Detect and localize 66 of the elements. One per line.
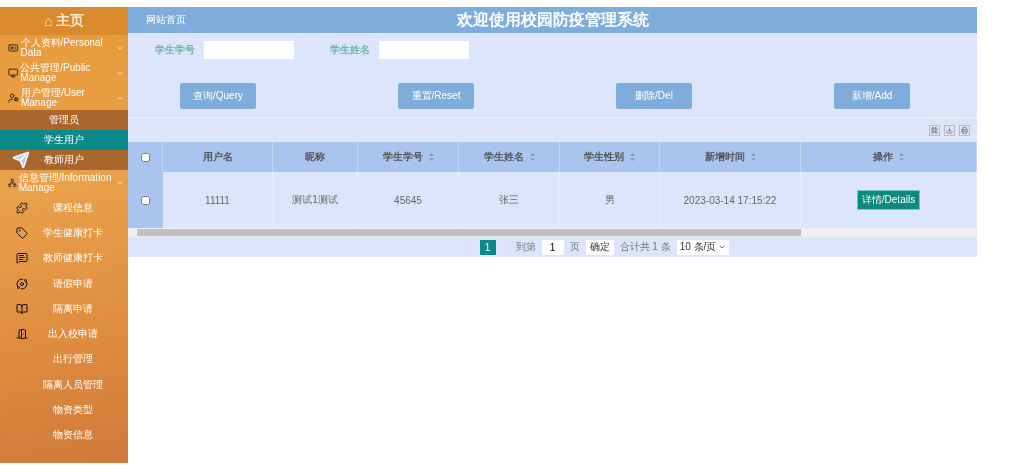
horizontal-scrollbar[interactable]: [128, 228, 977, 237]
search-field[interactable]: [204, 41, 294, 59]
row-checkbox[interactable]: [141, 195, 150, 205]
page-input[interactable]: 1: [541, 239, 564, 255]
sort-icon[interactable]: [428, 153, 434, 161]
sort-icon[interactable]: [630, 153, 635, 161]
menu-item[interactable]: 出入校申请: [0, 321, 128, 347]
menu-item[interactable]: 教师健康打卡: [0, 245, 128, 271]
column-header[interactable]: 操作: [801, 142, 977, 172]
column-header[interactable]: 学生姓名: [459, 142, 560, 172]
action-button[interactable]: 查询/Query: [180, 83, 256, 109]
sort-icon[interactable]: [899, 153, 904, 161]
page-title: 欢迎使用校园防疫管理系统: [456, 9, 649, 30]
menu-group[interactable]: 信息管理/Information Manage: [0, 170, 128, 195]
menu-icon: [16, 201, 28, 214]
caret-icon: [718, 243, 727, 251]
column-header[interactable]: 学生性别: [560, 142, 660, 172]
download-icon[interactable]: [944, 124, 955, 136]
page-unit: 页: [569, 240, 580, 254]
breadcrumb-link[interactable]: 网站首页: [146, 13, 186, 27]
menu-item[interactable]: 学生健康打卡: [0, 220, 128, 246]
menu-icon: [16, 277, 28, 290]
menu-item[interactable]: 课程信息: [0, 195, 128, 221]
field-label: 学生姓名: [330, 43, 370, 57]
page-size-select[interactable]: 10 条/页: [676, 239, 730, 255]
menu-icon: [16, 252, 28, 265]
select-all-checkbox[interactable]: [140, 152, 150, 162]
menu-item[interactable]: 请假申请: [0, 270, 128, 297]
sort-icon[interactable]: [529, 153, 535, 161]
menu-group[interactable]: 用户管理/User Manage: [0, 85, 128, 110]
menu-icon: [16, 302, 28, 315]
action-button[interactable]: 删除/Del: [616, 83, 692, 109]
page-button[interactable]: 1: [479, 239, 496, 255]
submenu-item[interactable]: 教师用户: [0, 150, 128, 170]
menu-icon: [8, 66, 19, 79]
paper-plane-icon: [12, 151, 30, 169]
field-label: 学生学号: [155, 43, 195, 57]
menu-icon: [8, 41, 19, 54]
menu-item[interactable]: 出行管理: [0, 346, 128, 373]
menu-item[interactable]: 物资信息: [0, 422, 128, 448]
sort-icon[interactable]: [750, 153, 756, 161]
menu-group[interactable]: 公共管理/Public Manage: [0, 60, 128, 85]
submenu-item[interactable]: 学生用户: [0, 130, 128, 150]
menu-icon: [8, 91, 19, 104]
menu-group[interactable]: 个人资料/Personal Data: [0, 35, 128, 60]
grid-icon[interactable]: [929, 124, 940, 136]
menu-item[interactable]: 物资类型: [0, 397, 128, 423]
details-button[interactable]: 详情/Details: [856, 190, 921, 210]
action-button[interactable]: 重置/Reset: [398, 83, 474, 109]
menu-item[interactable]: 隔离申请: [0, 296, 128, 322]
confirm-button[interactable]: 确定: [585, 239, 614, 255]
search-field[interactable]: [379, 41, 469, 59]
submenu-item[interactable]: 管理员: [0, 110, 128, 130]
column-header[interactable]: 昵称: [273, 142, 358, 172]
menu-icon: [16, 328, 28, 341]
print-icon[interactable]: [959, 124, 970, 136]
menu-item[interactable]: 隔离人员管理: [0, 372, 128, 398]
column-header[interactable]: 学生学号: [358, 142, 459, 172]
total-count: 合计共 1 条: [619, 240, 671, 254]
column-header[interactable]: 新增时间: [660, 142, 801, 172]
menu-icon: [8, 176, 17, 189]
home-link[interactable]: ⌂ 主页: [0, 7, 128, 35]
menu-icon: [16, 226, 28, 239]
action-button[interactable]: 新增/Add: [834, 83, 910, 109]
column-header[interactable]: 用户名: [163, 142, 273, 172]
goto-label: 到第: [515, 240, 536, 254]
